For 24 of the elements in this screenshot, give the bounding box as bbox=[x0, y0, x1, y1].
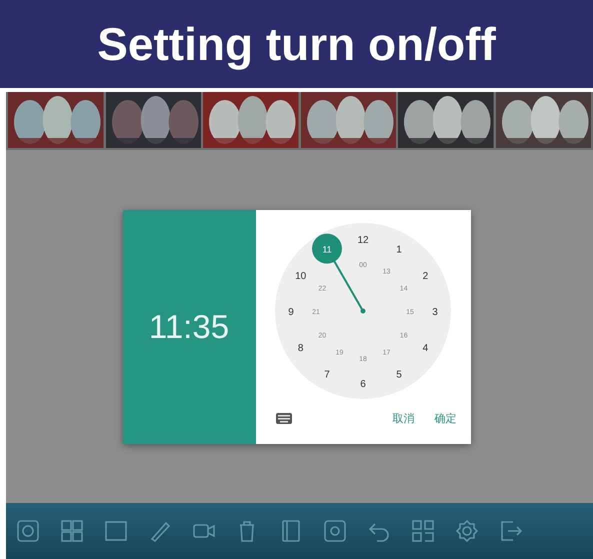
banner-title: Setting turn on/off bbox=[97, 17, 496, 71]
exit-icon[interactable] bbox=[498, 519, 523, 543]
hour-number[interactable]: 2 bbox=[422, 270, 428, 282]
target-icon[interactable] bbox=[323, 519, 348, 543]
hour-number[interactable]: 8 bbox=[298, 342, 304, 354]
hour-number[interactable]: 7 bbox=[324, 368, 330, 380]
hour-number[interactable]: 12 bbox=[357, 234, 369, 246]
grid-icon[interactable] bbox=[411, 519, 436, 543]
settings-icon[interactable] bbox=[455, 519, 480, 543]
hour-number[interactable]: 3 bbox=[432, 306, 438, 318]
hour-number[interactable]: 6 bbox=[360, 378, 366, 390]
time-display: 11:35 bbox=[148, 308, 230, 346]
cancel-button[interactable]: 取消 bbox=[392, 410, 414, 426]
hour-number[interactable]: 5 bbox=[396, 368, 402, 380]
hour-number[interactable]: 10 bbox=[295, 270, 306, 282]
keyboard-icon[interactable] bbox=[276, 412, 292, 424]
hour-number[interactable]: 1 bbox=[396, 244, 402, 256]
hour-number[interactable]: 11 bbox=[322, 244, 332, 254]
hour-number[interactable]: 4 bbox=[422, 342, 428, 354]
camera-icon[interactable] bbox=[16, 519, 40, 543]
images-icon[interactable] bbox=[60, 519, 84, 543]
hour-number[interactable]: 9 bbox=[288, 306, 294, 318]
frame-icon[interactable] bbox=[104, 519, 128, 543]
ok-button[interactable]: 确定 bbox=[434, 410, 456, 426]
